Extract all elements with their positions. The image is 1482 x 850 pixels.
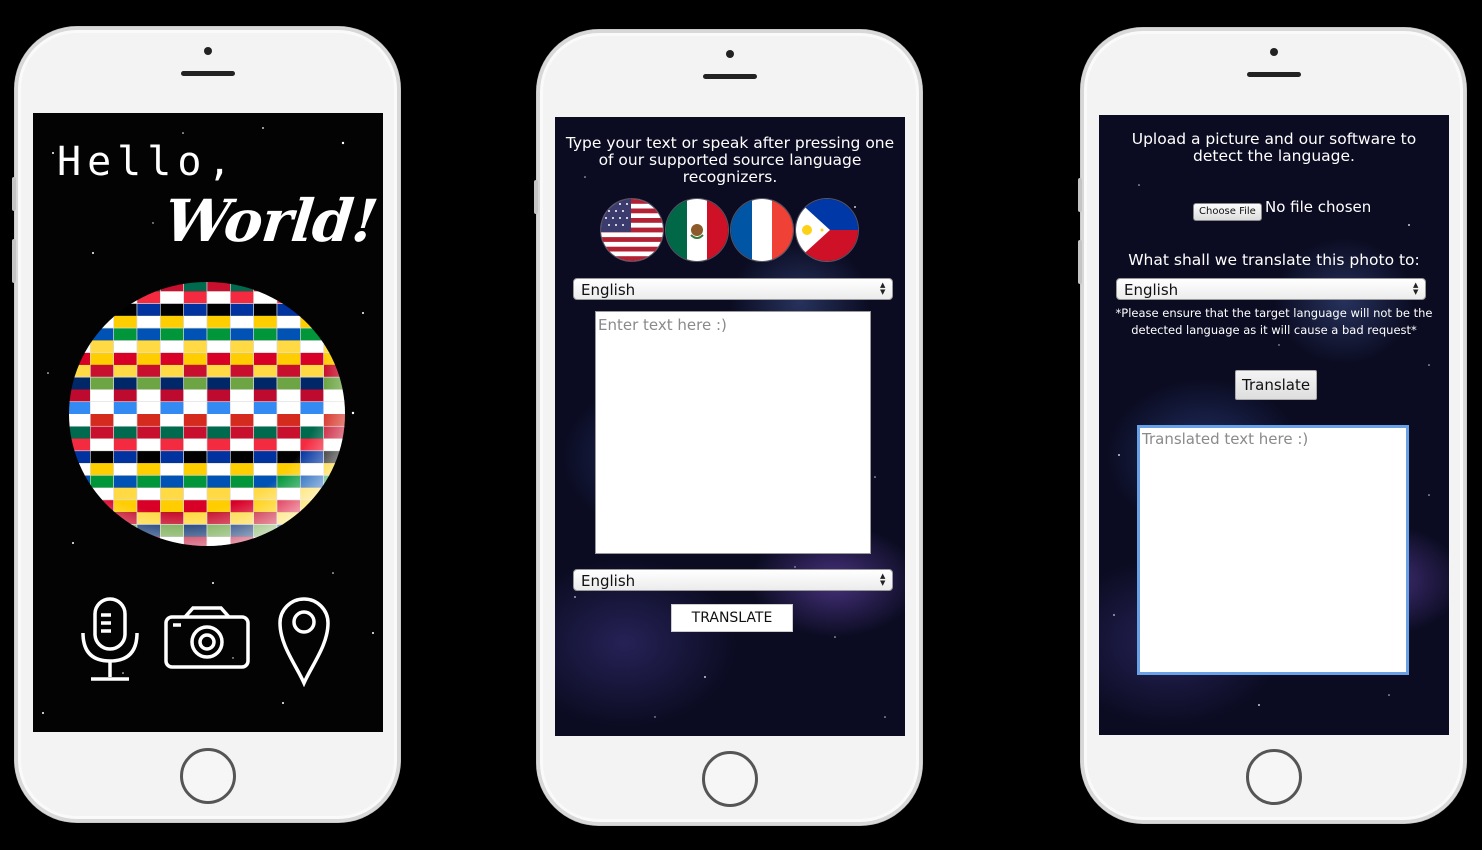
earpiece-speaker xyxy=(1246,72,1301,77)
earpiece-speaker xyxy=(180,71,235,76)
select-arrows-icon: ▲ ▼ xyxy=(1413,281,1419,296)
translate-button[interactable]: TRANSLATE xyxy=(671,604,793,632)
home-screen: Hello, World! xyxy=(33,113,383,732)
flag-france-button[interactable] xyxy=(731,199,793,261)
file-status-text: No file chosen xyxy=(1265,198,1372,216)
front-camera xyxy=(1269,48,1278,56)
phone-frame-text-translate: Type your text or speak after pressing o… xyxy=(534,30,922,825)
phone-frame-home: Hello, World! xyxy=(12,27,400,822)
target-language-select[interactable]: English ▲ ▼ xyxy=(573,569,893,591)
select-arrows-icon: ▲ ▼ xyxy=(880,572,886,587)
hello-title: Hello, xyxy=(57,139,238,185)
source-text-placeholder: Enter text here :) xyxy=(598,316,727,334)
location-pin-icon[interactable] xyxy=(276,595,332,687)
select-arrows-icon: ▲ ▼ xyxy=(880,281,886,296)
source-text-input[interactable]: Enter text here :) xyxy=(595,311,871,554)
flag-philippines-button[interactable] xyxy=(796,199,858,261)
flag-globe-image xyxy=(69,282,345,546)
target-language-value: English xyxy=(581,572,636,590)
home-button[interactable] xyxy=(1245,749,1302,805)
world-title: World! xyxy=(161,187,381,255)
microphone-icon[interactable] xyxy=(77,595,143,685)
translated-output-textarea[interactable]: Translated text here :) xyxy=(1137,425,1409,675)
photo-target-language-select[interactable]: English ▲ ▼ xyxy=(1116,278,1426,300)
target-language-question: What shall we translate this photo to: xyxy=(1128,251,1420,269)
text-translate-screen: Type your text or speak after pressing o… xyxy=(555,117,905,736)
translated-output-placeholder: Translated text here :) xyxy=(1142,430,1309,448)
instructions-text: Upload a picture and our software to det… xyxy=(1131,130,1417,165)
instructions-text: Type your text or speak after pressing o… xyxy=(565,134,895,186)
front-camera xyxy=(725,50,734,58)
source-language-value: English xyxy=(581,281,636,299)
flag-mexico-button[interactable] xyxy=(666,199,728,261)
camera-icon[interactable] xyxy=(163,605,251,671)
warning-note: *Please ensure that the target language … xyxy=(1115,306,1433,337)
source-language-select[interactable]: English ▲ ▼ xyxy=(573,278,893,300)
photo-translate-button[interactable]: Translate xyxy=(1235,370,1318,400)
front-camera xyxy=(203,47,212,55)
home-button[interactable] xyxy=(701,751,758,807)
flag-usa-button[interactable] xyxy=(601,199,663,261)
photo-target-language-value: English xyxy=(1124,281,1179,299)
phone-frame-photo-translate: Upload a picture and our software to det… xyxy=(1078,28,1466,823)
earpiece-speaker xyxy=(702,74,757,79)
home-button[interactable] xyxy=(179,748,236,804)
photo-translate-screen: Upload a picture and our software to det… xyxy=(1099,115,1449,735)
choose-file-button[interactable]: Choose File xyxy=(1193,203,1262,221)
